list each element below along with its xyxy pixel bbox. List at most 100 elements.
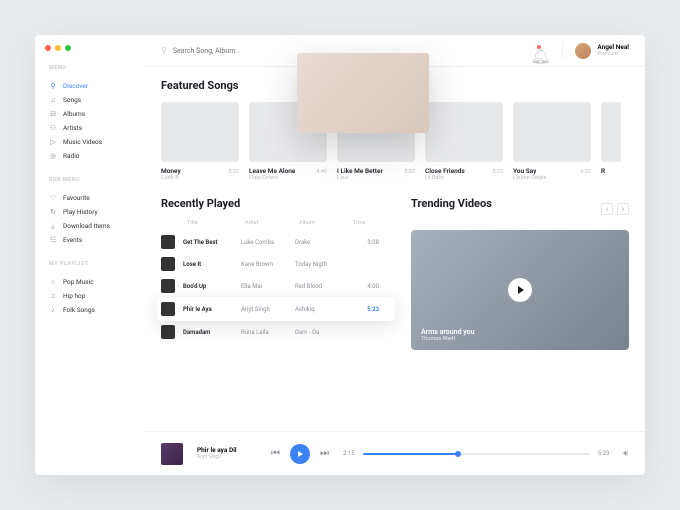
table-row[interactable]: Get The BestLuke CombsDrake3:08 <box>161 231 391 253</box>
song-title: Close Friends <box>425 167 465 175</box>
album-icon: ⊟ <box>49 110 57 118</box>
now-playing-title: Phir le aya Dil <box>197 447 257 455</box>
sidebar-item-label: Play History <box>63 208 98 216</box>
featured-card[interactable]: Close Friends5:23Lil Baby <box>425 102 503 181</box>
album-art <box>601 102 621 162</box>
sidebar-item-label: Music Videos <box>63 138 102 146</box>
sidebar-item-hiphop[interactable]: ♫ Hip hop <box>49 289 145 303</box>
table-row[interactable]: Boo'd UpElla MaiRed Blood4:00 <box>161 275 391 297</box>
sidebar-item-artists[interactable]: ⚇ Artists <box>49 121 145 135</box>
song-artist: Lil Baby <box>425 175 503 181</box>
sidebar-item-pop-music[interactable]: ○Pop Music <box>49 275 145 289</box>
next-track-button[interactable]: ⏭ <box>320 448 329 459</box>
sidebar-item-label: Download Items <box>63 222 110 230</box>
sidebar-item-favourite[interactable]: ♡ Favourite <box>49 191 145 205</box>
album-art <box>161 325 175 339</box>
play-button[interactable] <box>290 444 310 464</box>
sidebar-item-discover[interactable]: ⚲ Discover <box>49 79 145 93</box>
search-icon: ⚲ <box>49 82 57 90</box>
sidebar-item-label: Radio <box>63 152 80 160</box>
recently-played-heading: Recently Played <box>161 197 391 210</box>
table-header: TitleArtistAlbumTime <box>161 220 391 231</box>
radio-icon: ◎ <box>49 152 57 160</box>
sidebar-item-label: Folk Songs <box>63 306 95 314</box>
floating-preview-card[interactable] <box>297 53 429 133</box>
album-art <box>425 102 503 162</box>
calendar-icon: ☷ <box>49 236 57 244</box>
table-row-current[interactable]: Phir le AyaArijit SinghAshikiq5:23 <box>157 297 395 321</box>
user-role: Premium <box>597 51 629 57</box>
featured-card[interactable]: Money5:32Cardi B <box>161 102 239 181</box>
sidebar-item-label: Artists <box>63 124 82 132</box>
artist-icon: ⚇ <box>49 124 57 132</box>
sidebar-item-downloads[interactable]: ⤓ Download Items <box>49 219 145 233</box>
recently-played: Recently Played TitleArtistAlbumTime Get… <box>161 197 391 350</box>
trending-video-card[interactable]: Arms around you Thomas Rhett <box>411 230 629 350</box>
song-title: I Like Me Better <box>337 167 383 175</box>
sidebar-item-label: Events <box>63 236 82 244</box>
table-row[interactable]: Lose ItKane BrownToday Nigth <box>161 253 391 275</box>
song-artist: Flipp Dinero <box>249 175 327 181</box>
song-artist: Lauv <box>337 175 415 181</box>
album-art <box>161 102 239 162</box>
trending-videos-heading: Trending Videos <box>411 197 492 210</box>
sidebar-section-title: SUB MENU <box>49 177 145 183</box>
sidebar-item-label: Discover <box>63 82 88 90</box>
song-title: You Say <box>513 167 536 175</box>
user-menu[interactable]: Angel Neal Premium <box>562 43 629 59</box>
sidebar-item-folk[interactable]: ♪ Folk Songs <box>49 303 145 317</box>
search-icon: ⚲ <box>161 46 167 55</box>
prev-button[interactable]: ‹ <box>601 203 613 215</box>
app-window: MENU ⚲Discover ♫Songs ⊟Albums ⚇Artists ▷… <box>35 35 645 475</box>
playlist-icon: ♫ <box>49 292 57 300</box>
user-name: Angel Neal <box>597 44 629 52</box>
song-duration: 5:03 <box>404 169 415 175</box>
notification-bell-icon[interactable]: 🔔︎ <box>530 46 540 56</box>
now-playing-artist: Arijit Singh <box>197 454 257 460</box>
sidebar-item-play-history[interactable]: ↻ Play History <box>49 205 145 219</box>
sidebar-item-radio[interactable]: ◎ Radio <box>49 149 145 163</box>
album-art <box>161 257 175 271</box>
song-title: Money <box>161 167 181 175</box>
song-duration: 6:32 <box>580 169 591 175</box>
song-title: R <box>601 167 605 175</box>
video-artist: Thomas Rhett <box>421 336 475 342</box>
video-icon: ▷ <box>49 138 57 146</box>
total-time: 5:23 <box>598 450 610 457</box>
progress-slider[interactable] <box>363 453 590 455</box>
song-duration: 4:40 <box>316 169 327 175</box>
avatar <box>575 43 591 59</box>
now-playing-art[interactable] <box>161 443 183 465</box>
song-artist: Cardi B <box>161 175 239 181</box>
history-icon: ↻ <box>49 208 57 216</box>
sidebar-item-label: Pop Music <box>63 278 94 286</box>
playlist-icon: ♪ <box>49 306 57 314</box>
volume-icon[interactable]: 🔉︎ <box>623 449 629 459</box>
album-art <box>161 235 175 249</box>
sidebar-item-albums[interactable]: ⊟ Albums <box>49 107 145 121</box>
prev-track-button[interactable]: ⏮ <box>271 448 280 459</box>
sidebar-item-label: Albums <box>63 110 85 118</box>
search-input[interactable] <box>173 47 293 55</box>
player-controls: ⏮ ⏭ <box>271 444 329 464</box>
video-title: Arms around you <box>421 328 475 336</box>
album-art <box>513 102 591 162</box>
sidebar-item-events[interactable]: ☷ Events <box>49 233 145 247</box>
progress-area: 2:15 5:23 <box>343 450 609 457</box>
play-button[interactable] <box>508 278 532 302</box>
featured-card[interactable]: R <box>601 102 621 181</box>
sidebar-item-music-videos[interactable]: ▷ Music Videos <box>49 135 145 149</box>
table-row[interactable]: DamadamRuna LailaDam - Da <box>161 321 391 343</box>
sidebar-item-label: Songs <box>63 96 81 104</box>
sidebar-item-songs[interactable]: ♫Songs <box>49 93 145 107</box>
album-art <box>161 302 175 316</box>
sidebar-item-label: Hip hop <box>63 292 85 300</box>
next-button[interactable]: › <box>617 203 629 215</box>
heart-icon: ♡ <box>49 194 57 202</box>
window-controls[interactable] <box>45 45 71 51</box>
sidebar-item-label: Favourite <box>63 194 90 202</box>
song-title: Leave Me Alone <box>249 167 295 175</box>
download-icon: ⤓ <box>49 222 57 230</box>
song-artist: Lauren Daigle <box>513 175 591 181</box>
featured-card[interactable]: You Say 6:32Lauren Daigle <box>513 102 591 181</box>
